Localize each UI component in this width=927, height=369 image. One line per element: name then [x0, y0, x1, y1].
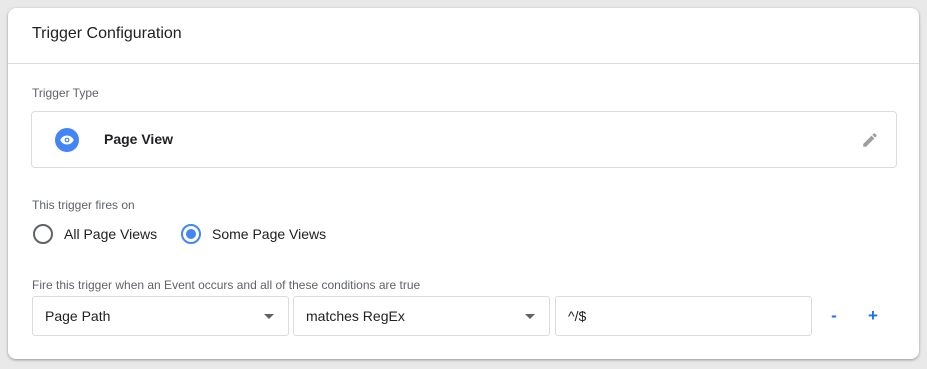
- radio-all-page-views[interactable]: All Page Views: [33, 222, 157, 246]
- variable-select-value: Page Path: [45, 308, 111, 324]
- variable-select[interactable]: Page Path: [32, 296, 289, 336]
- condition-value-input[interactable]: [556, 297, 811, 335]
- radio-button-unchecked[interactable]: [33, 224, 53, 244]
- operator-select-value: matches RegEx: [306, 308, 405, 324]
- trigger-type-name: Page View: [104, 131, 174, 147]
- eye-icon: [55, 128, 79, 152]
- radio-button-checked[interactable]: [181, 224, 201, 244]
- trigger-configuration-card: Trigger Configuration Trigger Type Page …: [8, 8, 919, 359]
- dropdown-arrow-icon: [264, 314, 274, 319]
- radio-label-all-page-views: All Page Views: [64, 226, 158, 242]
- pencil-icon: [863, 133, 877, 147]
- header-divider: [8, 63, 919, 64]
- trigger-type-selector[interactable]: Page View: [31, 111, 897, 168]
- radio-label-some-page-views: Some Page Views: [212, 226, 327, 242]
- dropdown-arrow-icon: [525, 314, 535, 319]
- remove-condition-button[interactable]: -: [822, 304, 846, 328]
- condition-value-field: [555, 296, 812, 336]
- fires-on-label: This trigger fires on: [32, 198, 135, 212]
- trigger-type-label: Trigger Type: [32, 86, 99, 100]
- radio-some-page-views[interactable]: Some Page Views: [181, 222, 326, 246]
- conditions-label: Fire this trigger when an Event occurs a…: [32, 278, 421, 292]
- operator-select[interactable]: matches RegEx: [293, 296, 550, 336]
- edit-trigger-type-button[interactable]: [858, 128, 882, 152]
- add-condition-button[interactable]: +: [861, 304, 885, 328]
- card-title: Trigger Configuration: [32, 25, 182, 42]
